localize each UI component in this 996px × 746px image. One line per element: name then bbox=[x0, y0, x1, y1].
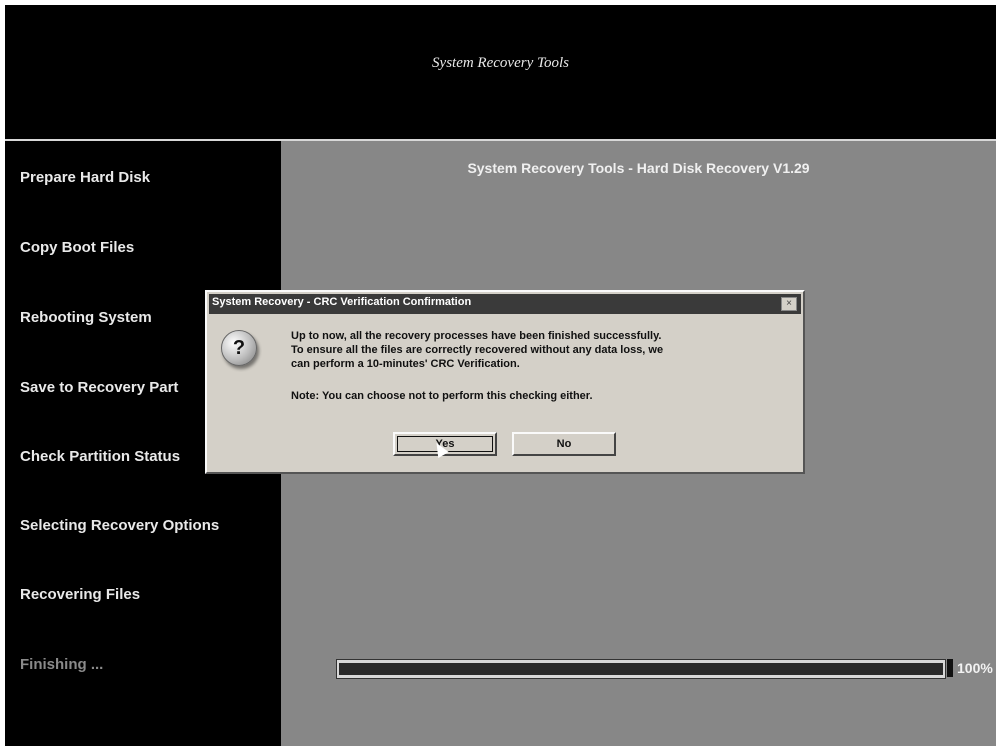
step-copy-boot-files: Copy Boot Files bbox=[20, 239, 135, 256]
no-button[interactable]: No bbox=[512, 432, 616, 456]
top-banner: System Recovery Tools bbox=[5, 5, 996, 141]
step-rebooting-system: Rebooting System bbox=[20, 309, 152, 326]
step-finishing: Finishing ... bbox=[20, 656, 104, 673]
main-title: System Recovery Tools - Hard Disk Recove… bbox=[467, 160, 810, 176]
dialog-message-line-2: To ensure all the files are correctly re… bbox=[291, 344, 664, 356]
step-check-partition-status: Check Partition Status bbox=[20, 448, 181, 465]
dialog-note: Note: You can choose not to perform this… bbox=[291, 390, 593, 402]
progress-bar bbox=[336, 659, 946, 679]
progress-fill bbox=[339, 663, 943, 675]
crc-confirmation-dialog: System Recovery - CRC Verification Confi… bbox=[205, 290, 805, 474]
dialog-message-line-1: Up to now, all the recovery processes ha… bbox=[291, 330, 662, 342]
progress-percent: 100% bbox=[957, 660, 993, 676]
recovery-window: System Recovery Tools Prepare Hard Disk … bbox=[5, 5, 996, 746]
step-selecting-recovery-options: Selecting Recovery Options bbox=[20, 517, 220, 534]
dialog-titlebar: System Recovery - CRC Verification Confi… bbox=[209, 294, 801, 314]
dialog-message-line-3: can perform a 10-minutes' CRC Verificati… bbox=[291, 358, 520, 370]
progress-end-cap bbox=[947, 659, 953, 677]
step-save-to-recovery-partition: Save to Recovery Part bbox=[20, 379, 179, 396]
question-icon: ? bbox=[221, 330, 257, 366]
close-icon[interactable]: × bbox=[781, 297, 797, 311]
step-recovering-files: Recovering Files bbox=[20, 586, 141, 603]
dialog-title: System Recovery - CRC Verification Confi… bbox=[212, 296, 472, 308]
banner-title: System Recovery Tools bbox=[432, 55, 569, 71]
step-prepare-hard-disk: Prepare Hard Disk bbox=[20, 169, 151, 186]
